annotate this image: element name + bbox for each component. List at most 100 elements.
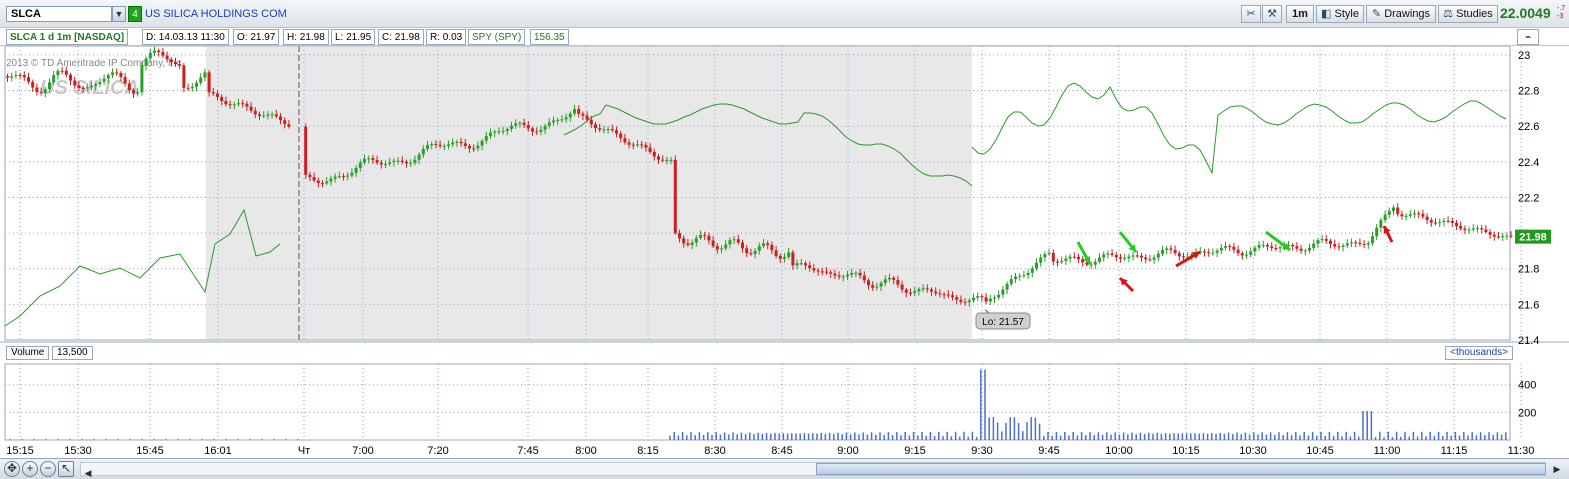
candle-body	[1173, 249, 1177, 254]
candle-body	[1253, 247, 1257, 252]
candle-body	[232, 104, 236, 106]
candle-body	[1396, 207, 1400, 215]
candle-body	[178, 63, 182, 66]
studies-button[interactable]: ⚖ Studies	[1438, 5, 1498, 23]
price-change: -.7 -3	[1557, 5, 1565, 21]
candle-body	[841, 276, 845, 278]
price-chart[interactable]: 15:15 15:30 15:45 16:01 Чт 7:00 7:20 7:45 8:00 8:…	[0, 46, 1569, 458]
candle-body	[1442, 220, 1446, 223]
candle-body	[648, 147, 652, 152]
candle-body	[363, 159, 366, 163]
candle-body	[35, 87, 39, 92]
x-tick-label: 7:00	[352, 445, 373, 457]
candle-body	[308, 174, 312, 178]
candle-body	[741, 242, 744, 249]
scroll-right-icon[interactable]: ▶	[1550, 462, 1564, 476]
candle-body	[1446, 220, 1450, 222]
pan-all-button[interactable]: ✥	[4, 461, 20, 477]
zoom-out-button[interactable]: −	[40, 461, 56, 477]
candle-body	[535, 131, 539, 133]
x-tick-label: 11:30	[1508, 445, 1535, 457]
x-tick-label: 7:45	[517, 445, 538, 457]
candle-body	[505, 128, 509, 131]
candle-body	[1123, 258, 1127, 260]
chart-scrollbar[interactable]: ◀	[80, 462, 1546, 479]
candle-body	[1127, 256, 1131, 259]
candle-body	[552, 120, 555, 123]
drawings-label: Drawings	[1384, 8, 1431, 20]
candle-body	[455, 141, 459, 143]
link-group-badge[interactable]: 4	[128, 6, 142, 22]
scroll-thumb[interactable]	[816, 463, 1546, 475]
candle-body	[140, 65, 144, 93]
volume-value: 13,500	[52, 346, 93, 360]
y-tick-label: 22.2	[1518, 192, 1539, 204]
x-tick-label: 9:30	[971, 445, 992, 457]
candle-body	[854, 272, 858, 274]
candle-body	[1308, 247, 1311, 251]
candle-body	[1140, 255, 1143, 258]
candle-body	[1001, 289, 1005, 295]
candle-body	[81, 88, 85, 90]
pointer-button[interactable]: ↖	[58, 461, 74, 477]
interval-button[interactable]: 1m	[1286, 5, 1314, 23]
candle-body	[224, 101, 228, 105]
candle-body	[211, 92, 215, 94]
candle-body	[430, 143, 434, 146]
drawings-button[interactable]: ✎ Drawings	[1366, 5, 1436, 23]
x-tick-label: 10:00	[1105, 445, 1133, 457]
symbol-input[interactable]: SLCA	[6, 6, 112, 22]
tools-button[interactable]: ✂	[1241, 5, 1261, 23]
candle-body	[972, 297, 975, 301]
candle-body	[955, 297, 959, 300]
candle-body	[1182, 256, 1185, 258]
candle-body	[1345, 243, 1349, 246]
candle-body	[1102, 254, 1106, 258]
symbol-dropdown-button[interactable]: ▼	[112, 6, 126, 22]
candle-body	[1119, 257, 1122, 259]
candle-body	[132, 90, 135, 94]
candle-body	[892, 277, 896, 280]
candle-body	[581, 113, 585, 116]
candle-body	[543, 125, 547, 130]
candle-body	[1408, 214, 1412, 216]
x-tick-label: 9:45	[1038, 445, 1059, 457]
candle-body	[1471, 228, 1475, 230]
candle-body	[1295, 246, 1299, 249]
pencil-icon: ✎	[1371, 8, 1382, 20]
chart-settings-icon[interactable]: ⌁	[1517, 29, 1539, 45]
volume-pane	[4, 363, 1511, 441]
candle-body	[875, 286, 879, 288]
candle-body	[174, 62, 177, 64]
candle-body	[896, 279, 900, 285]
bar-close: C: 21.98	[378, 29, 424, 45]
zoom-in-button[interactable]: +	[22, 461, 38, 477]
candle-body	[241, 103, 245, 105]
candle-body	[787, 252, 791, 257]
candle-body	[1018, 275, 1022, 277]
candle-body	[136, 92, 140, 94]
candle-body	[988, 298, 992, 302]
settings-button[interactable]: ⚒	[1262, 5, 1282, 23]
x-tick-label: 8:45	[771, 445, 792, 457]
candle-body	[375, 160, 379, 163]
candle-body	[967, 300, 971, 303]
x-tick-label: 8:15	[637, 445, 658, 457]
candle-body	[766, 243, 770, 246]
candle-body	[283, 120, 287, 125]
candle-body	[724, 244, 728, 249]
candle-body	[1509, 235, 1513, 237]
candle-body	[522, 122, 526, 125]
company-name: US SILICA HOLDINGS COM	[145, 8, 287, 20]
style-button[interactable]: ◧ Style	[1316, 5, 1364, 23]
top-toolbar: SLCA ▼ 4 US SILICA HOLDINGS COM ✂ ⚒ 1m ◧…	[0, 0, 1569, 28]
candle-body	[1467, 229, 1471, 231]
candle-body	[85, 87, 89, 89]
candle-body	[468, 146, 471, 149]
candle-body	[195, 82, 198, 87]
candle-body	[346, 175, 350, 177]
candle-body	[673, 159, 677, 234]
candle-body	[434, 143, 438, 145]
scroll-left-icon[interactable]: ◀	[81, 466, 95, 479]
candle-body	[1089, 264, 1093, 266]
